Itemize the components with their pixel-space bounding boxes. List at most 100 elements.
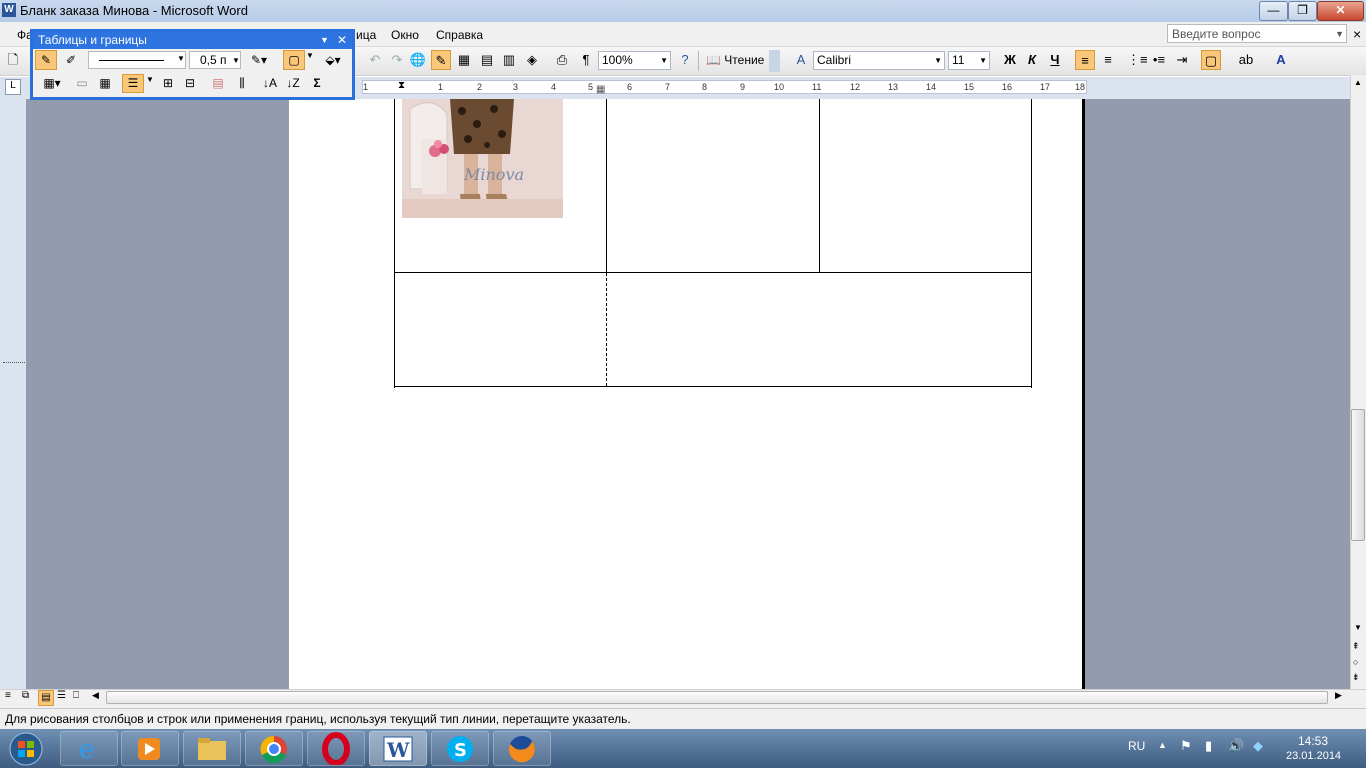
- reading-mode-button[interactable]: 📖 Чтение: [706, 53, 764, 67]
- scroll-right-icon[interactable]: ▶: [1335, 690, 1342, 701]
- action-center-icon[interactable]: ⚑: [1180, 738, 1192, 754]
- product-photo[interactable]: Minova: [402, 99, 563, 218]
- align-top-left-icon[interactable]: ☰: [122, 74, 144, 93]
- zoom-combo[interactable]: 100% ▼: [598, 51, 671, 70]
- sort-ascending-icon[interactable]: ↓A: [260, 74, 280, 92]
- bulleted-list-icon[interactable]: •≡: [1149, 50, 1169, 70]
- horizontal-ruler[interactable]: 1 1 2 3 4 5 6 7 8 9 10 11 12 13 14 15 16…: [362, 80, 1087, 94]
- menu-help[interactable]: Справка: [436, 28, 483, 42]
- distribute-columns-icon[interactable]: ⊟: [180, 74, 200, 92]
- line-weight-combo[interactable]: 0,5 п ▼: [189, 51, 241, 69]
- chevron-down-icon[interactable]: ▼: [177, 54, 185, 63]
- clock-time[interactable]: 14:53: [1298, 734, 1328, 748]
- highlight-icon[interactable]: ab: [1236, 50, 1256, 70]
- taskbar-chrome[interactable]: [245, 731, 303, 766]
- drawing-icon[interactable]: ◈: [522, 50, 542, 70]
- horizontal-scrollbar[interactable]: [106, 691, 1328, 704]
- network-icon[interactable]: ▮: [1205, 738, 1212, 754]
- line-style-combo[interactable]: ▼: [88, 51, 186, 69]
- indent-marker-icon[interactable]: ⧗: [398, 80, 405, 91]
- scroll-down-icon[interactable]: ▼: [1354, 623, 1362, 632]
- tab-selector-icon[interactable]: L: [5, 79, 21, 95]
- font-color-icon[interactable]: A: [1271, 50, 1291, 70]
- close-icon[interactable]: ✕: [337, 32, 347, 49]
- redo-icon[interactable]: ↷: [387, 50, 407, 70]
- merge-cells-icon[interactable]: ▭: [72, 74, 92, 92]
- normal-view-icon[interactable]: ≡: [5, 690, 11, 701]
- table-autoformat-icon[interactable]: ▤: [208, 74, 228, 92]
- restore-button[interactable]: ❐: [1288, 1, 1317, 21]
- taskbar-word[interactable]: W: [369, 731, 427, 766]
- taskbar-firefox[interactable]: [493, 731, 551, 766]
- outline-view-icon[interactable]: ☰: [57, 690, 66, 701]
- chevron-down-icon[interactable]: ▼: [306, 51, 314, 60]
- chevron-down-icon[interactable]: ▼: [660, 52, 668, 69]
- chevron-down-icon[interactable]: ▼: [146, 75, 154, 84]
- styles-icon[interactable]: A: [791, 50, 811, 70]
- taskbar-skype[interactable]: S: [431, 731, 489, 766]
- numbered-list-icon[interactable]: ⋮≡: [1127, 50, 1148, 70]
- close-button[interactable]: ✕: [1317, 1, 1364, 21]
- toolbar-options-icon[interactable]: ▼: [320, 32, 329, 49]
- chevron-down-icon[interactable]: ▼: [1335, 25, 1344, 44]
- chevron-down-icon[interactable]: ▼: [934, 52, 942, 69]
- indent-icon[interactable]: ⇥: [1172, 50, 1192, 70]
- vertical-ruler[interactable]: [0, 99, 26, 689]
- chevron-down-icon[interactable]: ▼: [232, 53, 240, 69]
- show-hidden-icons-icon[interactable]: ▲: [1158, 740, 1167, 750]
- undo-icon[interactable]: ↶: [365, 50, 385, 70]
- chevron-down-icon[interactable]: ▼: [979, 52, 987, 69]
- taskbar-opera[interactable]: [307, 731, 365, 766]
- draw-table-icon[interactable]: ✎: [35, 50, 57, 70]
- dropbox-icon[interactable]: ◆: [1253, 738, 1263, 754]
- hyperlink-icon[interactable]: 🌐: [408, 50, 428, 70]
- font-name-combo[interactable]: Calibri ▼: [813, 51, 945, 70]
- prev-page-icon[interactable]: ⇞: [1352, 641, 1360, 652]
- clock-date[interactable]: 23.01.2014: [1286, 750, 1341, 762]
- web-view-icon[interactable]: ⧉: [22, 690, 29, 701]
- language-indicator[interactable]: RU: [1128, 739, 1145, 753]
- document-close-icon[interactable]: ×: [1353, 26, 1361, 42]
- insert-excel-icon[interactable]: ▤: [477, 50, 497, 70]
- volume-icon[interactable]: 🔊: [1228, 738, 1244, 754]
- menu-window[interactable]: Окно: [391, 28, 419, 42]
- align-left-icon[interactable]: ≡: [1075, 50, 1095, 70]
- taskbar-explorer[interactable]: [183, 731, 241, 766]
- autosum-icon[interactable]: Σ: [307, 74, 327, 92]
- next-page-icon[interactable]: ⇟: [1352, 672, 1360, 683]
- help-icon[interactable]: ?: [675, 50, 695, 70]
- taskbar-ie[interactable]: e: [60, 731, 118, 766]
- tables-borders-icon[interactable]: ✎: [431, 50, 451, 70]
- vertical-scrollbar[interactable]: [1350, 75, 1366, 689]
- document-map-icon[interactable]: ⎙: [552, 50, 572, 70]
- split-cells-icon[interactable]: ▦: [95, 74, 115, 92]
- distribute-rows-icon[interactable]: ⊞: [158, 74, 178, 92]
- align-center-icon[interactable]: ≡: [1098, 50, 1118, 70]
- sort-descending-icon[interactable]: ↓Z: [283, 74, 303, 92]
- underline-button[interactable]: Ч: [1045, 50, 1065, 70]
- insert-table-icon[interactable]: ▦▾: [38, 74, 66, 92]
- word-app-icon[interactable]: W: [2, 3, 16, 17]
- border-icon[interactable]: ▢: [1201, 50, 1221, 70]
- italic-button[interactable]: К: [1022, 50, 1042, 70]
- bold-button[interactable]: Ж: [1000, 50, 1020, 70]
- columns-icon[interactable]: ▥: [499, 50, 519, 70]
- text-direction-icon[interactable]: ⫼: [232, 74, 252, 92]
- minimize-button[interactable]: —: [1259, 1, 1288, 21]
- menu-table[interactable]: ица: [356, 28, 376, 42]
- font-size-combo[interactable]: 11 ▼: [948, 51, 990, 70]
- border-color-icon[interactable]: ✎▾: [244, 50, 274, 70]
- ask-question-input[interactable]: Введите вопрос ▼: [1167, 24, 1347, 43]
- eraser-icon[interactable]: ✐: [60, 50, 82, 70]
- scroll-up-icon[interactable]: ▲: [1354, 78, 1362, 87]
- browse-object-icon[interactable]: ○: [1353, 657, 1358, 667]
- tables-borders-title-bar[interactable]: Таблицы и границы ▼ ✕: [33, 32, 352, 49]
- reading-view-icon[interactable]: ⎕: [73, 690, 79, 701]
- scroll-left-icon[interactable]: ◀: [92, 690, 99, 701]
- show-formatting-icon[interactable]: ¶: [576, 50, 596, 70]
- toolbar-options-icon[interactable]: [769, 50, 780, 72]
- new-document-icon[interactable]: 🗋: [3, 50, 23, 70]
- print-layout-icon[interactable]: ▤: [38, 690, 54, 706]
- taskbar-media-player[interactable]: [121, 731, 179, 766]
- outside-border-icon[interactable]: ▢: [283, 50, 305, 70]
